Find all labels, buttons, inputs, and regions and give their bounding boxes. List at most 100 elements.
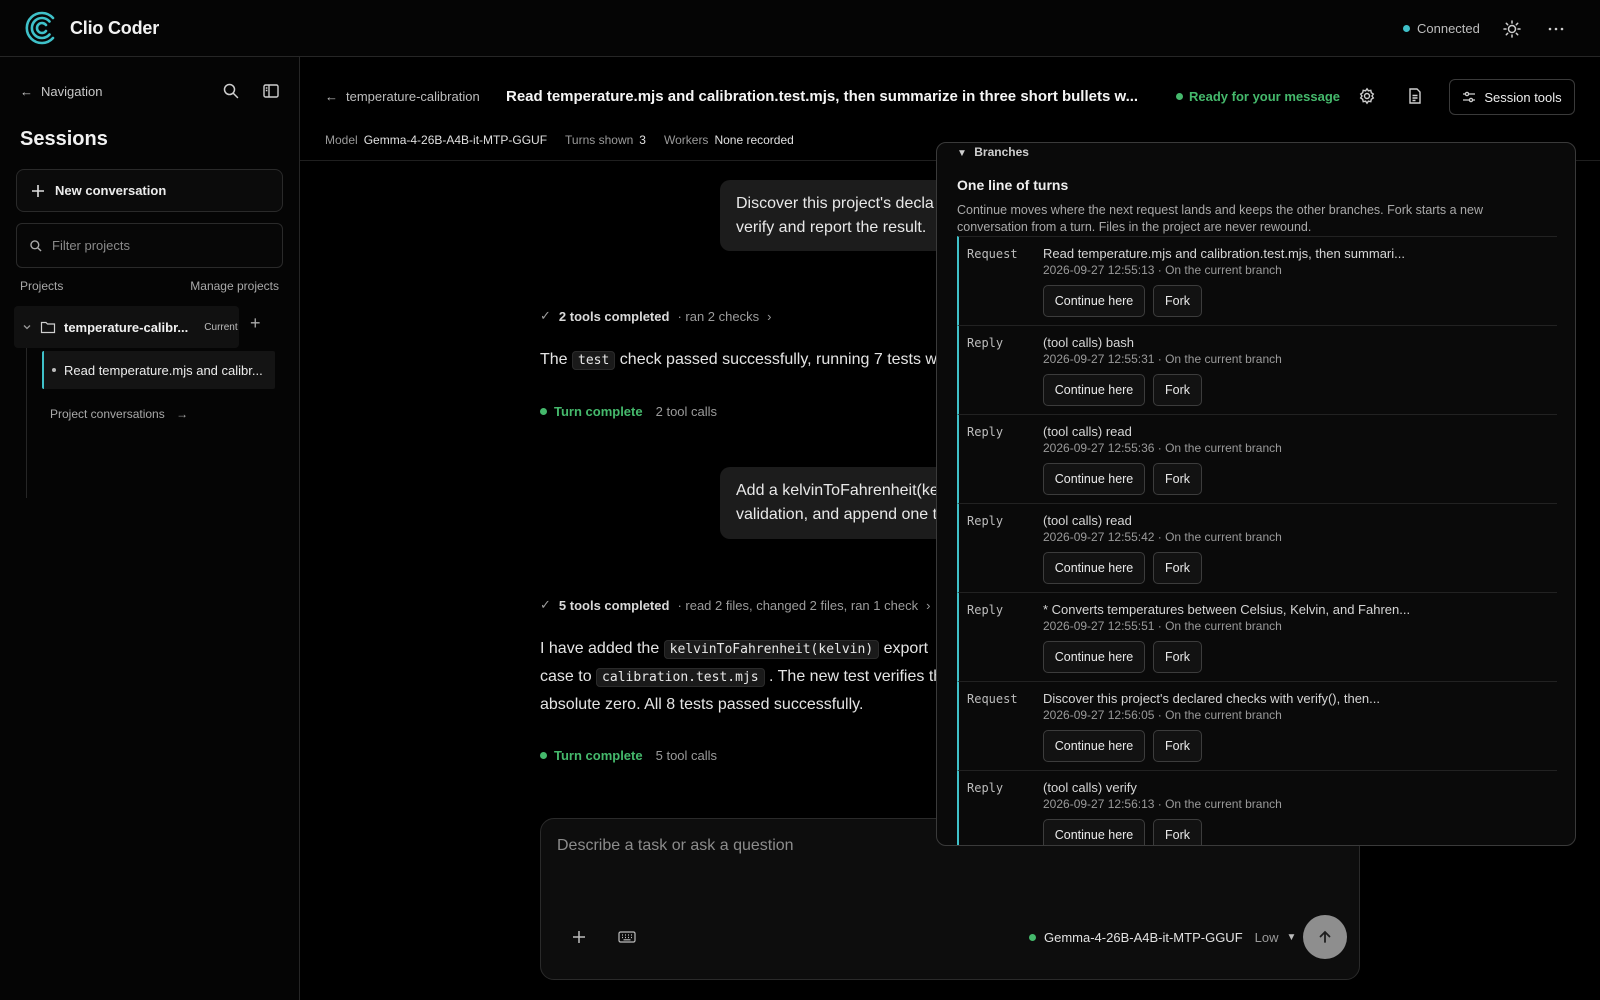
turn-complete-dot xyxy=(540,752,547,759)
turn-role: Request xyxy=(967,247,1018,261)
search-icon[interactable] xyxy=(222,82,240,100)
continue-here-button[interactable]: Continue here xyxy=(1043,463,1145,495)
turns-label: Turns shown xyxy=(565,133,634,147)
sidebar-toggle-icon[interactable] xyxy=(262,82,280,100)
manage-projects-link[interactable]: Manage projects xyxy=(190,279,279,293)
user-message-2-line2: validation, and append one t xyxy=(736,506,938,523)
filter-search-icon xyxy=(30,239,42,252)
branch-turn-row: Reply (tool calls) read 2026-09-27 12:55:4… xyxy=(957,503,1557,592)
reply-2-l2-post: . The new test verifies th xyxy=(769,668,940,685)
turn-meta: 2026-09-27 12:56:13 · On the current bra… xyxy=(1043,797,1282,811)
chevron-down-icon: ▼ xyxy=(1286,932,1297,943)
branches-heading: One line of turns xyxy=(957,177,1069,193)
filter-projects-field xyxy=(16,223,283,268)
reply-2-l1-post: export xyxy=(883,640,929,657)
reply-2-l2-pre: case to xyxy=(540,668,592,685)
project-conversations-link[interactable]: Project conversations → xyxy=(50,407,188,421)
sun-icon[interactable] xyxy=(1502,19,1522,39)
fork-button[interactable]: Fork xyxy=(1153,819,1202,845)
filter-projects-input[interactable] xyxy=(52,238,262,253)
projects-label: Projects xyxy=(20,279,64,293)
current-badge: Current xyxy=(204,321,238,333)
turns-value: 3 xyxy=(639,133,646,147)
branch-turn-row: Reply (tool calls) bash 2026-09-27 12:55:3… xyxy=(957,325,1557,414)
branch-turn-row: Request Discover this project's declared … xyxy=(957,681,1557,770)
turn-complete-dot xyxy=(540,408,547,415)
sidebar: ← Navigation Sessions New conversation P… xyxy=(0,57,300,1000)
continue-here-button[interactable]: Continue here xyxy=(1043,285,1145,317)
arrow-up-icon xyxy=(1319,930,1331,943)
session-tools-label: Session tools xyxy=(1484,89,1562,105)
send-button[interactable] xyxy=(1303,915,1347,959)
turn-meta: 2026-09-27 12:55:31 · On the current bra… xyxy=(1043,352,1282,366)
user-message-1: Discover this project's decla verify and… xyxy=(720,180,960,251)
turn-role: Reply xyxy=(967,781,1004,795)
breadcrumb-project: temperature-calibration xyxy=(346,89,480,104)
reply-2-l1-code: kelvinToFahrenheit(kelvin) xyxy=(663,640,880,659)
model-value: Gemma-4-26B-A4B-it-MTP-GGUF xyxy=(363,133,548,147)
project-row[interactable]: temperature-calibr... Current xyxy=(14,306,239,348)
continue-here-button[interactable]: Continue here xyxy=(1043,552,1145,584)
assistant-reply-2: I have added the kelvinToFahrenheit(kelv… xyxy=(540,635,940,718)
breadcrumb[interactable]: ← temperature-calibration xyxy=(325,89,480,104)
workers-label: Workers xyxy=(663,133,709,147)
turn-role: Request xyxy=(967,692,1018,706)
session-item[interactable]: Read temperature.mjs and calibr... xyxy=(42,351,275,389)
sessions-title: Sessions xyxy=(20,128,108,150)
keyboard-icon[interactable] xyxy=(617,927,637,947)
turn-complete-2-status: Turn complete xyxy=(554,748,643,763)
fork-button[interactable]: Fork xyxy=(1153,463,1202,495)
branch-turn-list: Request Read temperature.mjs and calibrat… xyxy=(957,236,1557,845)
chevron-right-icon: › xyxy=(767,308,772,324)
tree-line xyxy=(26,348,27,498)
back-arrow-icon: ← xyxy=(20,84,33,99)
chevron-down-icon[interactable] xyxy=(22,322,32,332)
status-badge: Ready for your message xyxy=(1176,89,1340,104)
continue-here-button[interactable]: Continue here xyxy=(1043,374,1145,406)
top-bar: Clio Coder Connected xyxy=(0,0,1600,57)
new-conversation-button[interactable]: New conversation xyxy=(16,169,283,212)
fork-button[interactable]: Fork xyxy=(1153,374,1202,406)
continue-here-button[interactable]: Continue here xyxy=(1043,641,1145,673)
continue-here-button[interactable]: Continue here xyxy=(1043,730,1145,762)
reply-2-l2-code: calibration.test.mjs xyxy=(596,668,765,687)
branch-turn-row: Request Read temperature.mjs and calibrat… xyxy=(957,236,1557,325)
turn-complete-1-status: Turn complete xyxy=(554,404,643,419)
sliders-icon xyxy=(1463,91,1476,103)
gear-icon[interactable] xyxy=(1358,87,1376,105)
new-conversation-label: New conversation xyxy=(55,183,167,198)
tools-summary-1[interactable]: ✓ 2 tools completed · ran 2 checks › xyxy=(540,308,771,324)
navigation-label: Navigation xyxy=(41,84,103,99)
fork-button[interactable]: Fork xyxy=(1153,285,1202,317)
navigation-back[interactable]: ← Navigation xyxy=(20,84,102,99)
session-dot xyxy=(52,368,56,372)
effort-level: Low xyxy=(1254,930,1279,945)
arrow-right-icon: → xyxy=(176,407,189,421)
session-meta: Model Gemma-4-26B-A4B-it-MTP-GGUF Turns … xyxy=(325,133,806,147)
turn-meta: 2026-09-27 12:55:13 · On the current bra… xyxy=(1043,263,1282,277)
assistant-reply-1: The test check passed successfully, runn… xyxy=(540,346,940,374)
triangle-down-icon: ▼ xyxy=(957,148,967,159)
turn-complete-2-calls: 5 tool calls xyxy=(655,748,718,763)
composer-model: Gemma-4-26B-A4B-it-MTP-GGUF xyxy=(1044,930,1243,945)
fork-button[interactable]: Fork xyxy=(1153,641,1202,673)
model-selector[interactable]: Gemma-4-26B-A4B-it-MTP-GGUF Low ▼ xyxy=(1029,930,1296,945)
add-session-icon[interactable]: + xyxy=(250,313,261,334)
turn-role: Reply xyxy=(967,425,1004,439)
more-icon[interactable] xyxy=(1546,19,1566,39)
fork-button[interactable]: Fork xyxy=(1153,730,1202,762)
branches-summary[interactable]: ▼ Branches xyxy=(957,145,1029,159)
document-icon[interactable] xyxy=(1406,87,1424,105)
turn-summary: Read temperature.mjs and calibration.tes… xyxy=(1043,246,1405,261)
turn-complete-1: Turn complete 2 tool calls xyxy=(540,404,717,419)
tools-summary-1-count: 2 tools completed xyxy=(558,308,670,324)
session-tools-button[interactable]: Session tools xyxy=(1449,79,1575,115)
connection-dot xyxy=(1403,25,1410,32)
conversation-title: Read temperature.mjs and calibration.tes… xyxy=(506,88,1139,105)
reply-1-post: check passed successfully, running 7 tes… xyxy=(619,351,937,368)
continue-here-button[interactable]: Continue here xyxy=(1043,819,1145,845)
tools-summary-2[interactable]: ✓ 5 tools completed · read 2 files, chan… xyxy=(540,597,930,613)
fork-button[interactable]: Fork xyxy=(1153,552,1202,584)
attach-plus-icon[interactable] xyxy=(569,927,589,947)
turn-role: Reply xyxy=(967,603,1004,617)
